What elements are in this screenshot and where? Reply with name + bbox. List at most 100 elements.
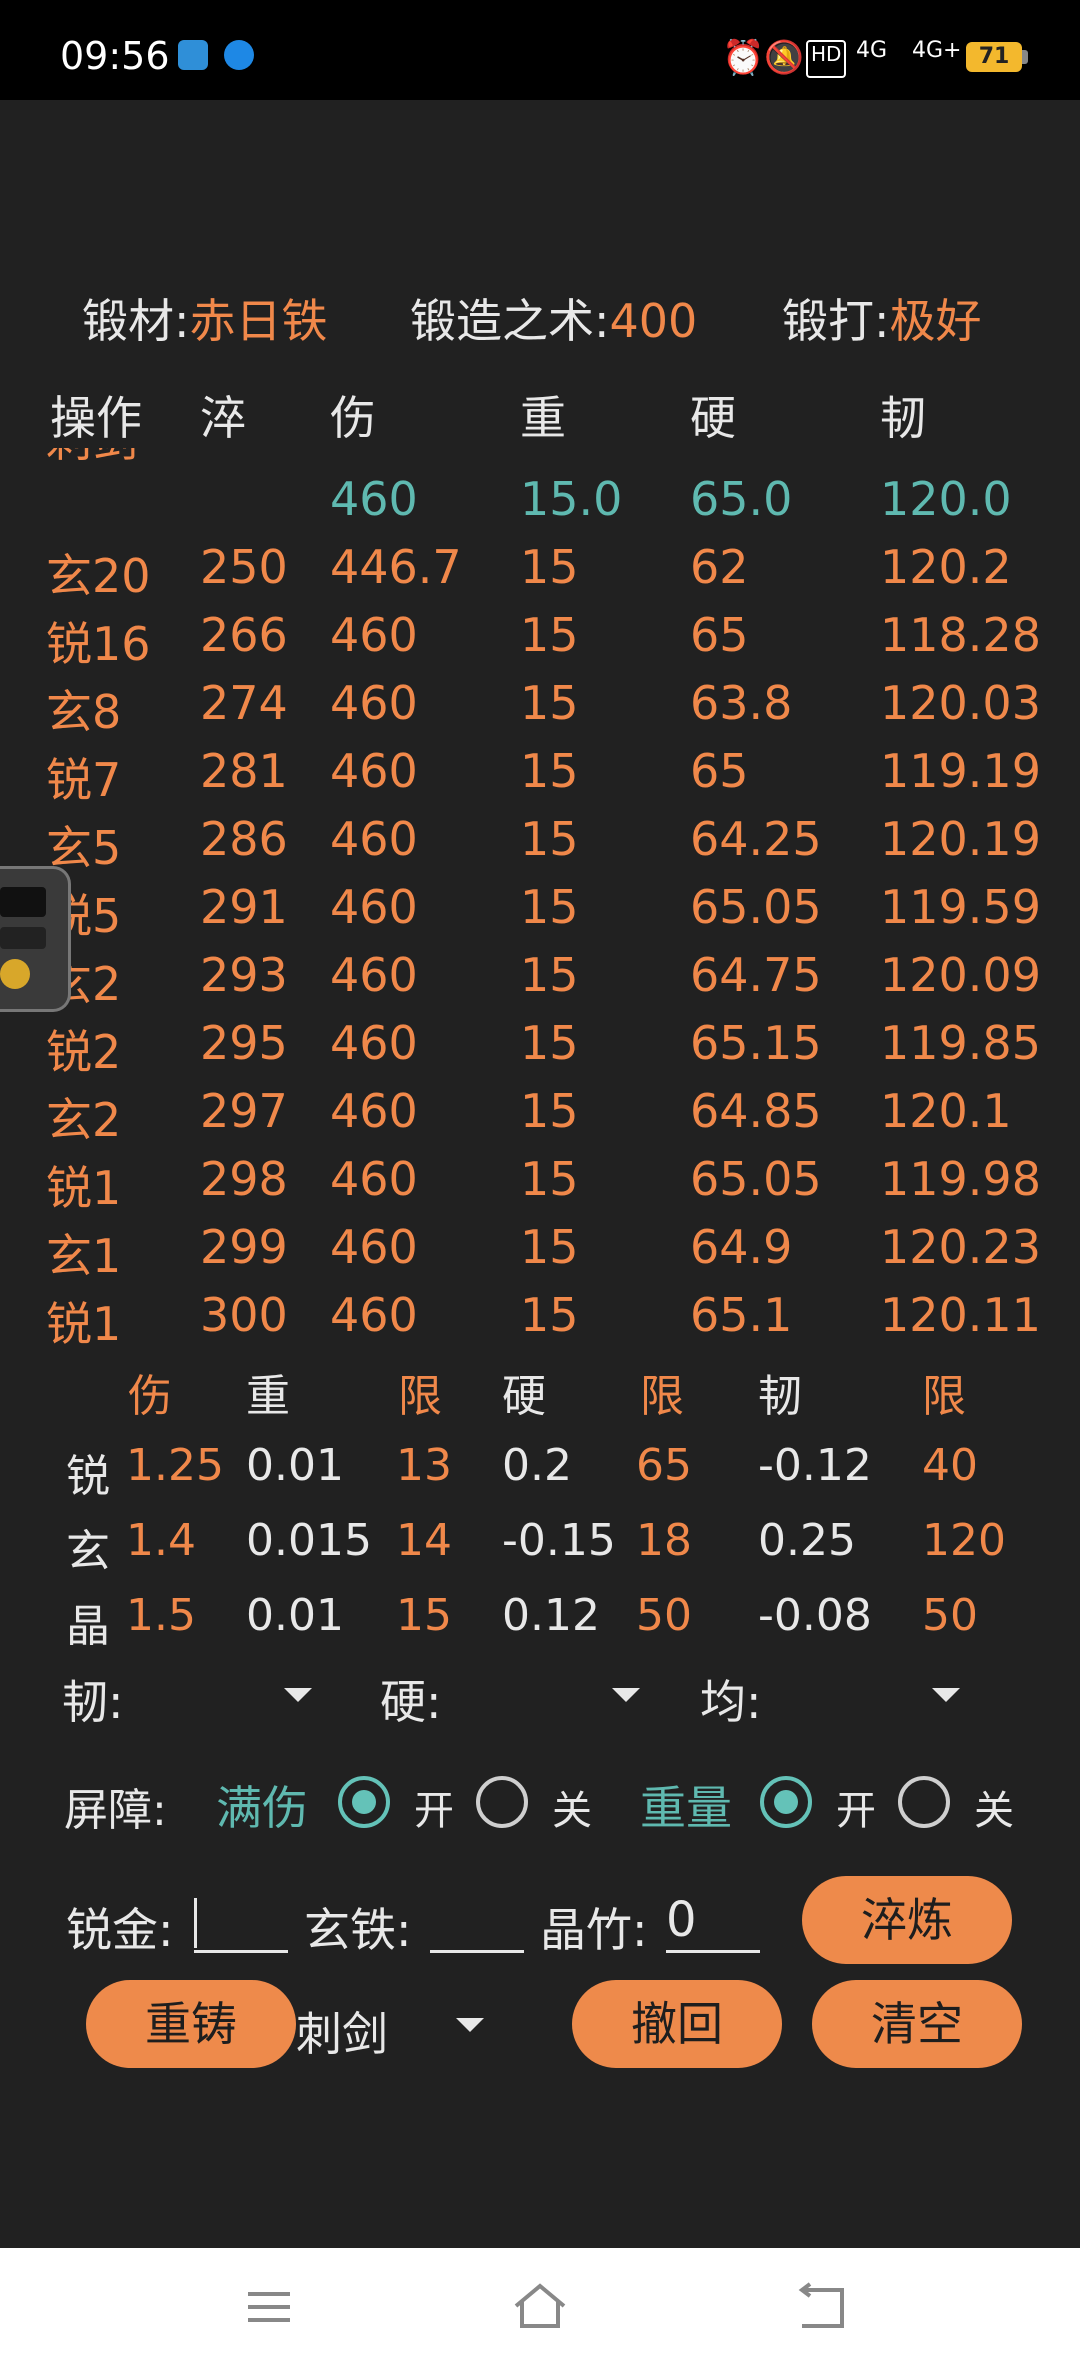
table-row-2-cell-2: 460: [330, 676, 418, 730]
table-row-10-cell-1: 299: [200, 1220, 288, 1274]
table-row-7-cell-4: 65.15: [690, 1016, 822, 1070]
undo-button[interactable]: 撤回: [572, 1980, 782, 2068]
skill-info: 锻造之术:400: [410, 285, 697, 351]
weight-on-label: 开: [836, 1788, 876, 1834]
table-row-5-cell-4: 65.05: [690, 880, 822, 934]
table-row-8-cell-4: 64.85: [690, 1084, 822, 1138]
coef-row-0-value-4: 65: [636, 1440, 692, 1491]
table-row-7-cell-3: 15: [520, 1016, 579, 1070]
table-row-0-cell-0: 玄20: [46, 549, 151, 603]
back-icon[interactable]: [796, 2282, 850, 2332]
col-header-op: 操作: [50, 391, 142, 445]
system-nav-bar: [0, 2248, 1080, 2376]
full-damage-off-radio[interactable]: [476, 1776, 528, 1828]
battery-tip: [1022, 50, 1028, 64]
battery-icon: 71: [966, 42, 1022, 72]
coef-row-0-value-6: 40: [922, 1440, 978, 1491]
full-damage-on-radio[interactable]: [338, 1776, 390, 1828]
table-row-5-cell-1: 291: [200, 880, 288, 934]
recast-button[interactable]: 重铸: [86, 1980, 296, 2068]
hardness-dropdown-arrow-icon[interactable]: [612, 1688, 640, 1702]
barrier-label: 屏障:: [64, 1785, 167, 1836]
table-row-2-cell-0: 玄8: [46, 685, 122, 739]
weight-on-radio[interactable]: [760, 1776, 812, 1828]
material-label: 锻材:: [82, 294, 190, 348]
table-row-8-cell-2: 460: [330, 1084, 418, 1138]
partial-row-cell-3: 15: [520, 448, 579, 458]
quench-button[interactable]: 淬炼: [802, 1876, 1012, 1964]
coef-row-0-value-2: 13: [396, 1440, 452, 1491]
full-damage-on-label: 开: [414, 1788, 454, 1834]
coef-header-0: 伤: [128, 1371, 172, 1422]
alarm-icon: ⏰: [722, 38, 765, 78]
toughness-dropdown-label: 韧:: [62, 1675, 124, 1729]
full-damage-label: 满伤: [216, 1781, 308, 1835]
col-header-toughness: 韧: [880, 391, 926, 445]
4g-signal-icon: 4G: [856, 38, 888, 63]
table-row-5-cell-5: 119.59: [880, 880, 1041, 934]
coef-row-0-value-1: 0.01: [246, 1440, 344, 1491]
average-dropdown-arrow-icon[interactable]: [932, 1688, 960, 1702]
target-row-cell-5: 120.0: [880, 472, 1012, 526]
coef-row-2-value-6: 50: [922, 1590, 978, 1641]
table-row-0-cell-3: 15: [520, 540, 579, 594]
table-row-0-cell-5: 120.2: [880, 540, 1012, 594]
menu-icon[interactable]: [244, 2282, 294, 2332]
table-row-3-cell-5: 119.19: [880, 744, 1041, 798]
xuantie-input[interactable]: [430, 1890, 524, 1953]
coef-row-2-value-5: -0.08: [758, 1590, 872, 1641]
table-row-4-cell-2: 460: [330, 812, 418, 866]
table-row-1-cell-1: 266: [200, 608, 288, 662]
table-row-2-cell-3: 15: [520, 676, 579, 730]
jingzhu-input[interactable]: 0: [666, 1890, 760, 1953]
clear-button[interactable]: 清空: [812, 1980, 1022, 2068]
table-row-9-cell-4: 65.05: [690, 1152, 822, 1206]
coef-row-2-value-1: 0.01: [246, 1590, 344, 1641]
4g-plus-signal-icon: 4G+: [912, 38, 962, 63]
partial-row-cell-0: 刺剑: [46, 448, 138, 470]
coef-header-5: 韧: [758, 1371, 802, 1422]
weapon-select-arrow-icon[interactable]: [456, 2018, 484, 2032]
toughness-dropdown-arrow-icon[interactable]: [284, 1688, 312, 1702]
text-cursor: [194, 1898, 197, 1948]
table-row-1-cell-5: 118.28: [880, 608, 1041, 662]
floating-tool-widget[interactable]: [0, 866, 71, 1012]
table-row-9-cell-0: 锐1: [46, 1161, 122, 1215]
ruijin-input[interactable]: [194, 1890, 288, 1953]
table-row-4-cell-1: 286: [200, 812, 288, 866]
table-row-10-cell-3: 15: [520, 1220, 579, 1274]
forge-history-list[interactable]: 刺剑 250 446.7 15 65 118.2 460 15.0 65.0 120.0 玄20 25…: [0, 448, 1080, 1358]
table-row-3-cell-2: 460: [330, 744, 418, 798]
table-row-9-cell-2: 460: [330, 1152, 418, 1206]
coef-row-2-value-4: 50: [636, 1590, 692, 1641]
forge-info: 锻打:极好: [782, 285, 982, 351]
widget-bar-icon: [0, 927, 46, 949]
coef-row-2-value-0: 1.5: [126, 1590, 196, 1641]
table-row-11-cell-5: 120.11: [880, 1288, 1041, 1342]
table-row-7-cell-5: 119.85: [880, 1016, 1041, 1070]
partial-row-cell-2: 446.7: [330, 448, 462, 458]
weapon-select-value[interactable]: 刺剑: [296, 1998, 388, 2064]
weight-off-radio[interactable]: [898, 1776, 950, 1828]
table-row-11-cell-0: 锐1: [46, 1297, 122, 1351]
table-row-6-cell-3: 15: [520, 948, 579, 1002]
coef-row-1-value-4: 18: [636, 1515, 692, 1566]
table-row-11-cell-3: 15: [520, 1288, 579, 1342]
coef-row-1-name: 玄: [66, 1526, 110, 1577]
col-header-damage: 伤: [330, 391, 376, 445]
coef-header-3: 硬: [502, 1371, 546, 1422]
table-row-10-cell-2: 460: [330, 1220, 418, 1274]
partial-row-cell-1: 250: [200, 448, 288, 458]
table-row-1-cell-4: 65: [690, 608, 749, 662]
table-row-5-cell-3: 15: [520, 880, 579, 934]
table-row-7-cell-0: 锐2: [46, 1025, 122, 1079]
home-icon[interactable]: [512, 2282, 568, 2332]
table-row-3-cell-0: 锐7: [46, 753, 122, 807]
coef-row-1-value-6: 120: [922, 1515, 1006, 1566]
hardness-dropdown-label: 硬:: [380, 1675, 442, 1729]
table-row-5-cell-2: 460: [330, 880, 418, 934]
table-row-1-cell-3: 15: [520, 608, 579, 662]
coef-header-4: 限: [640, 1371, 684, 1422]
partial-row-cell-4: 65: [690, 448, 749, 458]
skill-value: 400: [609, 294, 698, 348]
